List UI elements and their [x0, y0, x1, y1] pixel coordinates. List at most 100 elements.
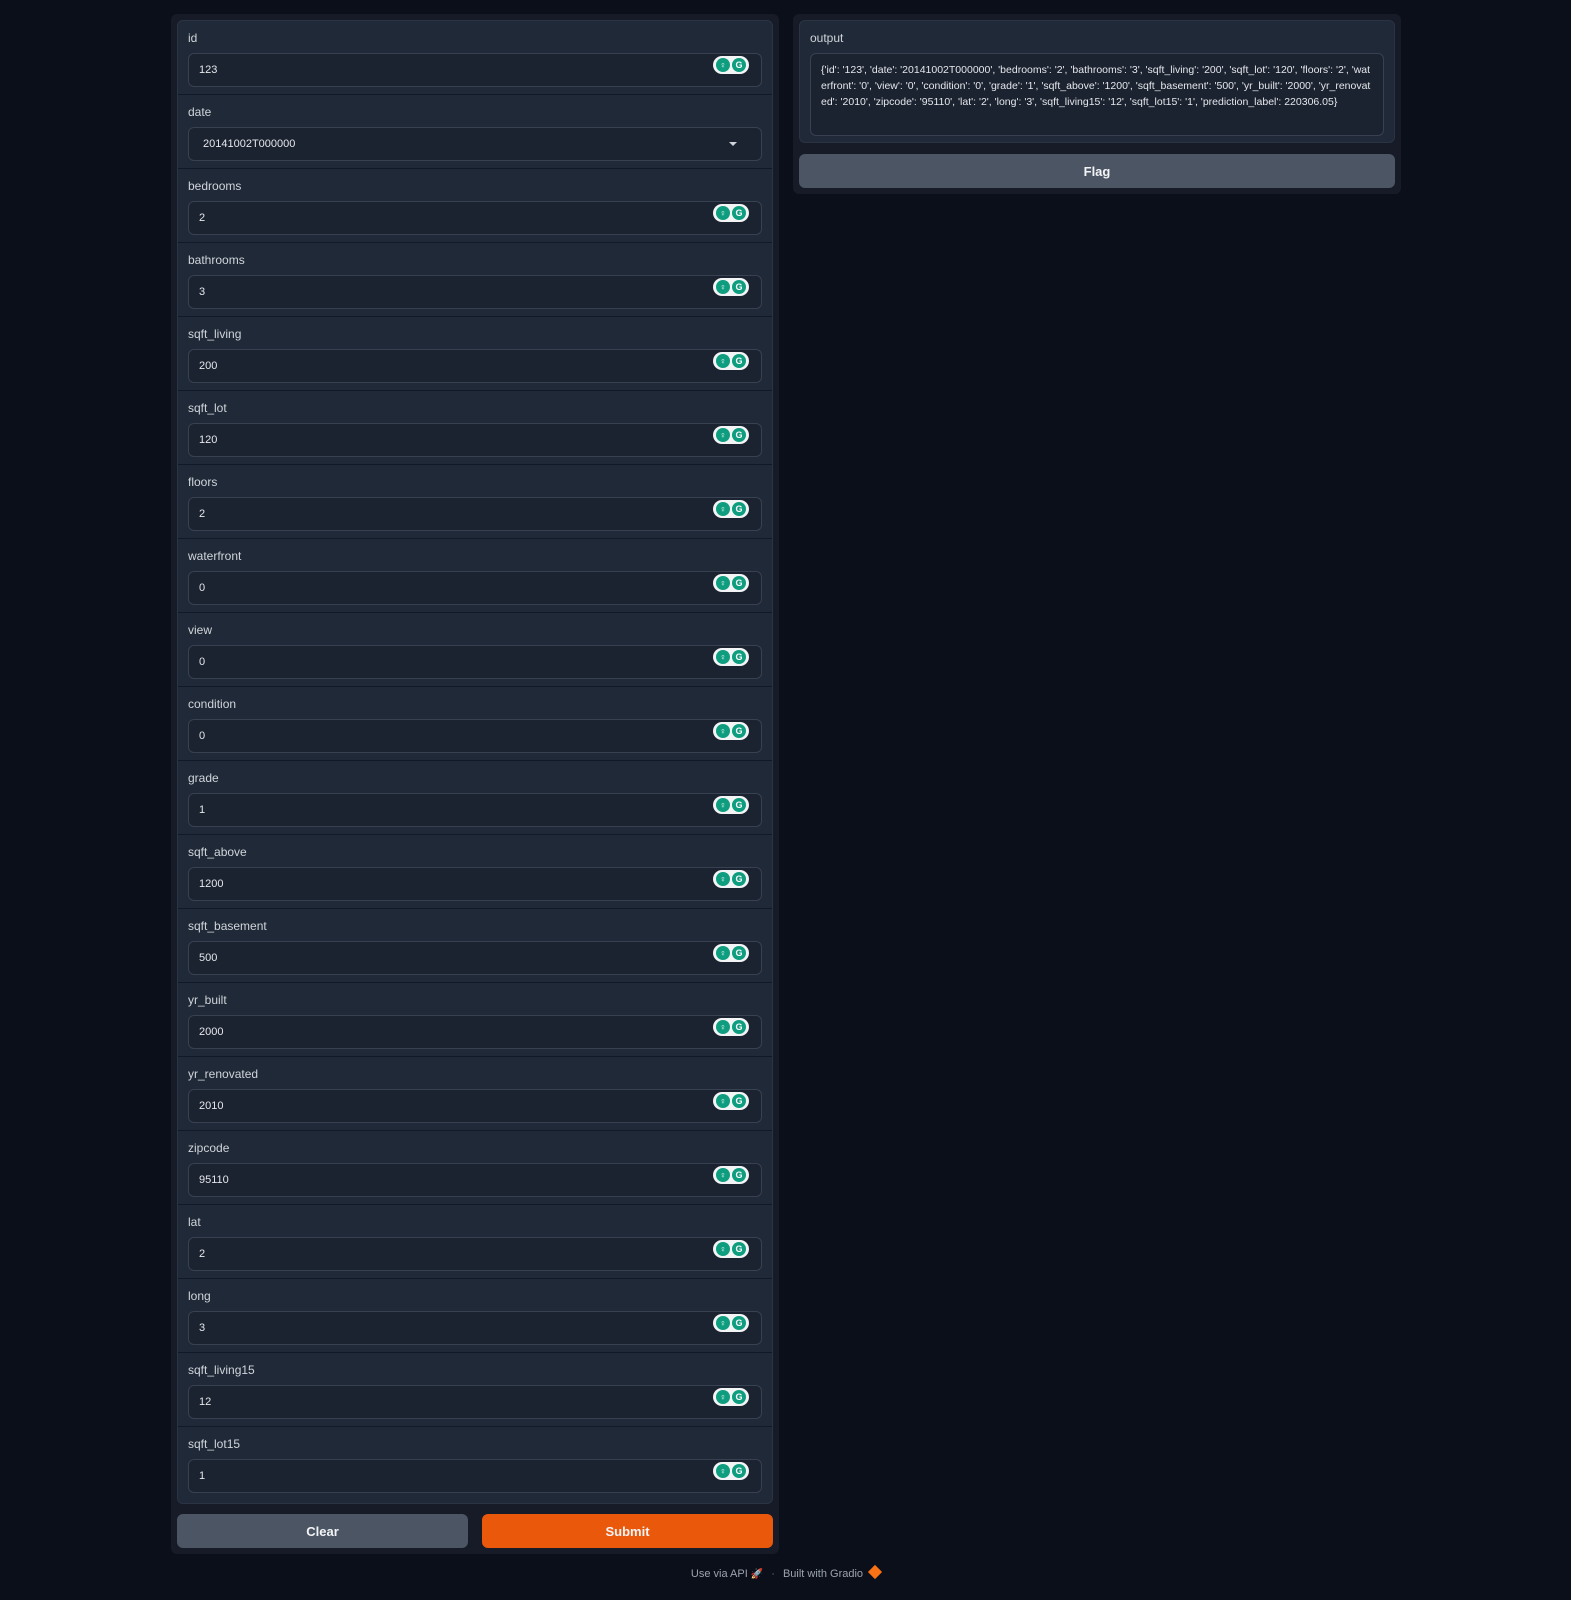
- condition-input[interactable]: 0 ♀ G: [188, 719, 762, 753]
- lat-input[interactable]: 2 ♀ G: [188, 1237, 762, 1271]
- grammarly-icon[interactable]: ♀ G: [713, 870, 749, 888]
- field-date: date 20141002T000000: [178, 95, 772, 169]
- grammarly-icon[interactable]: ♀ G: [713, 648, 749, 666]
- grammarly-icon[interactable]: ♀ G: [713, 278, 749, 296]
- field-label: zipcode: [188, 1141, 230, 1155]
- grammarly-icon[interactable]: ♀ G: [713, 1314, 749, 1332]
- grammarly-icon[interactable]: ♀ G: [713, 796, 749, 814]
- input-value: 2000: [199, 1026, 224, 1038]
- bathrooms-input[interactable]: 3 ♀ G: [188, 275, 762, 309]
- yr-renovated-input[interactable]: 2010 ♀ G: [188, 1089, 762, 1123]
- grammarly-icon[interactable]: ♀ G: [713, 426, 749, 444]
- grammarly-icon[interactable]: ♀ G: [713, 574, 749, 592]
- grammarly-icon[interactable]: ♀ G: [713, 1018, 749, 1036]
- use-via-api-link[interactable]: Use via API 🚀: [691, 1568, 763, 1580]
- id-input[interactable]: 123 ♀ G: [188, 53, 762, 87]
- input-value: 2010: [199, 1100, 224, 1112]
- grade-input[interactable]: 1 ♀ G: [188, 793, 762, 827]
- input-value: 500: [199, 952, 218, 964]
- field-id: id 123 ♀ G: [178, 21, 772, 95]
- input-value: 3: [199, 1322, 206, 1334]
- input-form: id 123 ♀ G date 20141002T000000 bedrooms …: [177, 20, 773, 1504]
- input-value: 12: [199, 1396, 212, 1408]
- field-label: view: [188, 623, 213, 637]
- form-actions: Clear Submit: [177, 1514, 773, 1548]
- input-value: 0: [199, 582, 206, 594]
- field-long: long 3 ♀ G: [178, 1279, 772, 1353]
- field-label: yr_renovated: [188, 1067, 259, 1081]
- field-label: sqft_living: [188, 327, 242, 341]
- sqft-living-input[interactable]: 200 ♀ G: [188, 349, 762, 383]
- field-bathrooms: bathrooms 3 ♀ G: [178, 243, 772, 317]
- rocket-icon: 🚀: [750, 1568, 764, 1580]
- dropdown-value: 20141002T000000: [203, 138, 296, 150]
- input-value: 2: [199, 508, 206, 520]
- input-value: 120: [199, 434, 218, 446]
- input-column: id 123 ♀ G date 20141002T000000 bedrooms …: [171, 14, 779, 1554]
- output-panel: output {'id': '123', 'date': '20141002T0…: [799, 20, 1395, 143]
- field-label: sqft_above: [188, 845, 247, 859]
- grammarly-icon[interactable]: ♀ G: [713, 204, 749, 222]
- long-input[interactable]: 3 ♀ G: [188, 1311, 762, 1345]
- field-label: yr_built: [188, 993, 227, 1007]
- grammarly-icon[interactable]: ♀ G: [713, 500, 749, 518]
- input-value: 0: [199, 656, 206, 668]
- field-sqft-living: sqft_living 200 ♀ G: [178, 317, 772, 391]
- output-textbox[interactable]: {'id': '123', 'date': '20141002T000000',…: [810, 53, 1384, 136]
- grammarly-icon[interactable]: ♀ G: [713, 352, 749, 370]
- field-label: condition: [188, 697, 237, 711]
- field-label: waterfront: [188, 549, 242, 563]
- built-with-label: Built with Gradio: [782, 1568, 864, 1580]
- grammarly-icon[interactable]: ♀ G: [713, 1388, 749, 1406]
- field-label: lat: [188, 1215, 201, 1229]
- grammarly-icon[interactable]: ♀ G: [713, 944, 749, 962]
- field-label: long: [188, 1289, 211, 1303]
- api-link-label: Use via API: [690, 1567, 748, 1580]
- field-zipcode: zipcode 95110 ♀ G: [178, 1131, 772, 1205]
- chevron-down-icon[interactable]: [729, 142, 737, 146]
- sqft-living15-input[interactable]: 12 ♀ G: [188, 1385, 762, 1419]
- field-sqft-basement: sqft_basement 500 ♀ G: [178, 909, 772, 983]
- field-label: grade: [188, 771, 219, 785]
- grammarly-icon[interactable]: ♀ G: [713, 56, 749, 74]
- sqft-basement-input[interactable]: 500 ♀ G: [188, 941, 762, 975]
- flag-button[interactable]: Flag: [799, 154, 1395, 188]
- yr-built-input[interactable]: 2000 ♀ G: [188, 1015, 762, 1049]
- field-sqft-above: sqft_above 1200 ♀ G: [178, 835, 772, 909]
- field-label: sqft_basement: [188, 919, 267, 933]
- bedrooms-input[interactable]: 2 ♀ G: [188, 201, 762, 235]
- zipcode-input[interactable]: 95110 ♀ G: [188, 1163, 762, 1197]
- clear-button[interactable]: Clear: [177, 1514, 468, 1548]
- input-value: 1: [199, 1470, 206, 1482]
- field-label: bedrooms: [188, 179, 242, 193]
- grammarly-icon[interactable]: ♀ G: [713, 1166, 749, 1184]
- sqft-above-input[interactable]: 1200 ♀ G: [188, 867, 762, 901]
- date-dropdown[interactable]: 20141002T000000: [188, 127, 762, 161]
- input-value: 200: [199, 360, 218, 372]
- grammarly-icon[interactable]: ♀ G: [713, 1240, 749, 1258]
- grammarly-icon[interactable]: ♀ G: [713, 1092, 749, 1110]
- field-lat: lat 2 ♀ G: [178, 1205, 772, 1279]
- floors-input[interactable]: 2 ♀ G: [188, 497, 762, 531]
- field-yr-renovated: yr_renovated 2010 ♀ G: [178, 1057, 772, 1131]
- input-value: 3: [199, 286, 206, 298]
- input-value: 0: [199, 730, 206, 742]
- field-label: id: [188, 31, 198, 45]
- submit-button[interactable]: Submit: [482, 1514, 773, 1548]
- waterfront-input[interactable]: 0 ♀ G: [188, 571, 762, 605]
- built-with-gradio-link[interactable]: Built with Gradio: [782, 1564, 883, 1580]
- view-input[interactable]: 0 ♀ G: [188, 645, 762, 679]
- output-column: output {'id': '123', 'date': '20141002T0…: [793, 14, 1401, 194]
- field-label: floors: [188, 475, 218, 489]
- output-label: output: [810, 31, 844, 45]
- field-label: date: [188, 105, 212, 119]
- grammarly-icon[interactable]: ♀ G: [713, 1462, 749, 1480]
- grammarly-icon[interactable]: ♀ G: [713, 722, 749, 740]
- field-label: sqft_lot15: [188, 1437, 241, 1451]
- field-label: sqft_lot: [188, 401, 227, 415]
- input-value: 95110: [199, 1174, 229, 1186]
- sqft-lot-input[interactable]: 120 ♀ G: [188, 423, 762, 457]
- sqft-lot15-input[interactable]: 1 ♀ G: [188, 1459, 762, 1493]
- field-sqft-living15: sqft_living15 12 ♀ G: [178, 1353, 772, 1427]
- field-label: sqft_living15: [188, 1363, 255, 1377]
